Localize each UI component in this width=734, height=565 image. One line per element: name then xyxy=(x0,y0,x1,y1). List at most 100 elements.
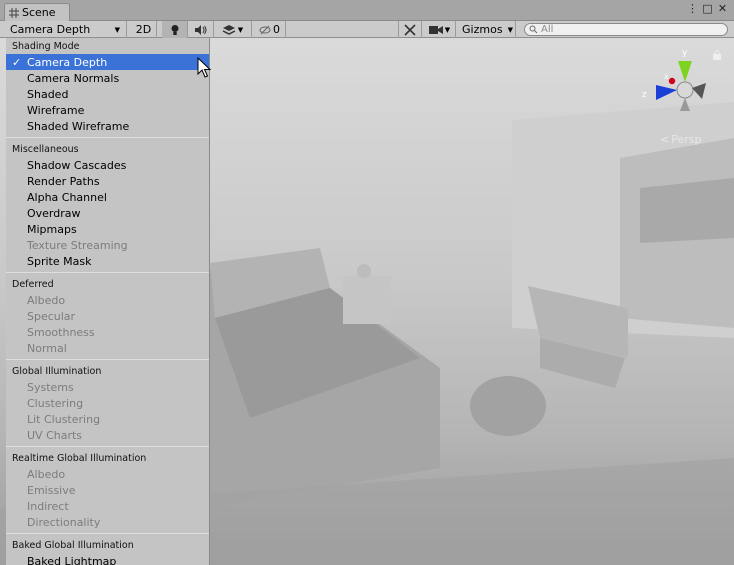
menu-item[interactable]: Render Paths xyxy=(6,173,209,189)
menu-item: Texture Streaming xyxy=(6,237,209,253)
dropdown-arrow-icon: ▼ xyxy=(444,25,451,34)
search-icon xyxy=(529,25,538,34)
gizmos-dropdown[interactable]: Gizmos ▼ xyxy=(460,21,516,38)
menu-item-label: Directionality xyxy=(27,515,101,529)
tab-scene[interactable]: Scene xyxy=(4,3,70,21)
menu-item[interactable]: Sprite Mask xyxy=(6,253,209,269)
lightbulb-icon xyxy=(171,24,178,35)
hidden-count: 0 xyxy=(273,23,280,36)
menu-item-label: UV Charts xyxy=(27,428,83,442)
tab-label: Scene xyxy=(22,6,56,19)
scene-toolbar: Camera Depth ▼ 2D ▼ 0 ▼ Gizmos ▼ All xyxy=(0,21,734,38)
menu-item: Specular xyxy=(6,308,209,324)
axis-x-label: x xyxy=(664,72,669,81)
menu-item: Lit Clustering xyxy=(6,411,209,427)
menu-section-header: Baked Global Illumination xyxy=(12,539,134,551)
lock-icon[interactable] xyxy=(712,50,722,60)
search-placeholder: All xyxy=(541,24,554,35)
menu-item-label: Mipmaps xyxy=(27,222,77,236)
menu-item[interactable]: Wireframe xyxy=(6,102,209,118)
dropdown-arrow-icon: ▼ xyxy=(114,25,120,34)
persp-label: Persp xyxy=(671,133,702,146)
draw-mode-dropdown[interactable]: Camera Depth ▼ xyxy=(0,21,127,38)
menu-separator xyxy=(6,359,209,360)
menu-item-label: Normal xyxy=(27,341,67,355)
speaker-icon xyxy=(194,24,206,35)
menu-item[interactable]: Alpha Channel xyxy=(6,189,209,205)
tools-icon xyxy=(404,23,416,36)
axis-y-label: y xyxy=(682,48,688,58)
close-icon[interactable]: ✕ xyxy=(717,3,728,14)
tab-bar: Scene ⋮ □ ✕ xyxy=(0,0,734,21)
menu-item-label: Specular xyxy=(27,309,76,323)
menu-section-header: Realtime Global Illumination xyxy=(12,452,147,464)
mouse-cursor-icon xyxy=(197,57,212,78)
menu-item-label: Render Paths xyxy=(27,174,100,188)
toggle-2d-label: 2D xyxy=(135,23,152,36)
menu-item-label: Albedo xyxy=(27,293,66,307)
menu-item-label: Alpha Channel xyxy=(27,190,107,204)
menu-item[interactable]: Mipmaps xyxy=(6,221,209,237)
menu-item: Albedo xyxy=(6,466,209,482)
menu-item[interactable]: Camera Normals xyxy=(6,70,209,86)
menu-section-header: Miscellaneous xyxy=(12,143,79,155)
menu-separator xyxy=(6,272,209,273)
menu-separator xyxy=(6,533,209,534)
menu-item-label: Overdraw xyxy=(27,206,81,220)
maximize-icon[interactable]: □ xyxy=(702,3,713,14)
persp-arrow-icon: < xyxy=(660,133,670,146)
axis-z-label: z xyxy=(642,90,647,100)
menu-item[interactable]: Shaded Wireframe xyxy=(6,118,209,134)
menu-item: Indirect xyxy=(6,498,209,514)
menu-icon[interactable]: ⋮ xyxy=(687,3,698,14)
menu-item-label: Shaded Wireframe xyxy=(27,119,130,133)
menu-item[interactable]: ✓ Camera Depth xyxy=(6,54,209,70)
gizmos-label: Gizmos xyxy=(462,23,503,36)
menu-item: Systems xyxy=(6,379,209,395)
menu-item-label: Lit Clustering xyxy=(27,412,101,426)
tools-button[interactable] xyxy=(398,21,422,38)
projection-toggle[interactable]: < Persp xyxy=(660,133,701,146)
menu-item: Smoothness xyxy=(6,324,209,340)
menu-section-header: Shading Mode xyxy=(12,40,80,52)
menu-item[interactable]: Baked Lightmap xyxy=(6,553,209,565)
orientation-gizmo[interactable]: y x z xyxy=(640,43,720,123)
menu-item: Emissive xyxy=(6,482,209,498)
menu-item-label: Shaded xyxy=(27,87,69,101)
effects-layers-icon xyxy=(222,25,236,35)
dropdown-arrow-icon: ▼ xyxy=(507,25,513,34)
menu-separator xyxy=(6,137,209,138)
menu-item-label: Camera Depth xyxy=(27,55,108,69)
menu-item: Clustering xyxy=(6,395,209,411)
menu-separator xyxy=(6,446,209,447)
menu-item[interactable]: Shadow Cascades xyxy=(6,157,209,173)
menu-section-header: Deferred xyxy=(12,278,54,290)
menu-item-label: Albedo xyxy=(27,467,66,481)
menu-item-label: Smoothness xyxy=(27,325,95,339)
lighting-toggle-button[interactable] xyxy=(162,21,188,38)
checkmark-icon: ✓ xyxy=(12,55,22,69)
menu-item: UV Charts xyxy=(6,427,209,443)
menu-item-label: Indirect xyxy=(27,499,69,513)
menu-item-label: Baked Lightmap xyxy=(27,554,117,565)
menu-item[interactable]: Shaded xyxy=(6,86,209,102)
camera-settings-dropdown[interactable]: ▼ xyxy=(424,21,456,38)
camera-icon xyxy=(428,25,443,34)
hidden-objects-toggle[interactable]: 0 xyxy=(254,21,286,38)
menu-section-header: Global Illumination xyxy=(12,365,102,377)
grid-icon xyxy=(9,7,19,18)
effects-dropdown[interactable]: ▼ xyxy=(214,21,252,38)
menu-item: Albedo xyxy=(6,292,209,308)
menu-item-label: Clustering xyxy=(27,396,84,410)
menu-item-label: Sprite Mask xyxy=(27,254,92,268)
menu-item[interactable]: Overdraw xyxy=(6,205,209,221)
dropdown-arrow-icon: ▼ xyxy=(237,25,244,34)
audio-toggle-button[interactable] xyxy=(188,21,214,38)
search-field[interactable]: All xyxy=(524,23,728,36)
menu-item-label: Shadow Cascades xyxy=(27,158,127,172)
draw-mode-label: Camera Depth xyxy=(10,23,91,36)
menu-item-label: Emissive xyxy=(27,483,76,497)
draw-mode-menu: Shading Mode ✓ Camera Depth Camera Normals S… xyxy=(6,38,210,565)
menu-item-label: Camera Normals xyxy=(27,71,120,85)
toggle-2d-button[interactable]: 2D xyxy=(131,21,157,38)
